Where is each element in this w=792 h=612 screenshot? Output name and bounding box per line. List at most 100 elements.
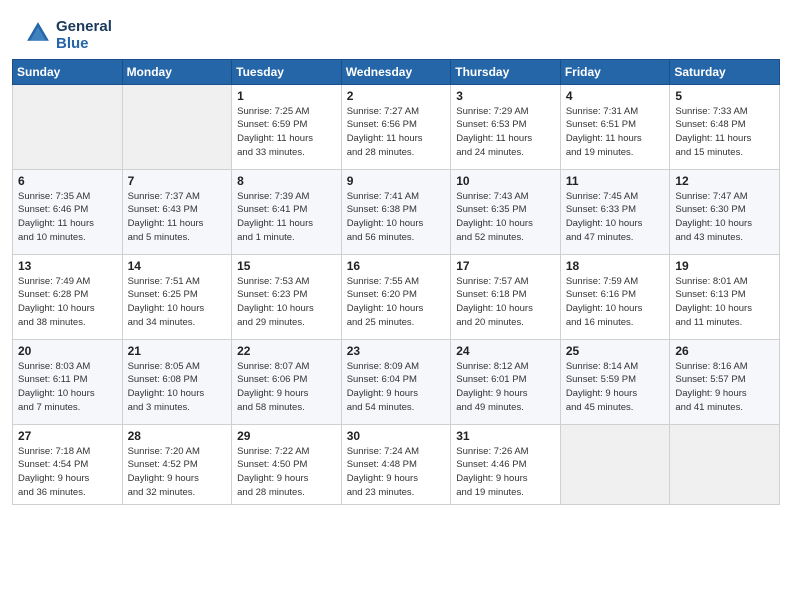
calendar-cell: 6 Sunrise: 7:35 AMSunset: 6:46 PMDaylight…: [13, 169, 123, 254]
calendar-cell: 11 Sunrise: 7:45 AMSunset: 6:33 PMDayligh…: [560, 169, 670, 254]
calendar-cell: 1 Sunrise: 7:25 AMSunset: 6:59 PMDaylight…: [232, 84, 342, 169]
day-number: 9: [347, 174, 446, 188]
day-detail: Sunrise: 7:31 AMSunset: 6:51 PMDaylight:…: [566, 105, 665, 160]
calendar-cell: 20 Sunrise: 8:03 AMSunset: 6:11 PMDayligh…: [13, 339, 123, 424]
day-number: 2: [347, 89, 446, 103]
calendar-cell: 8 Sunrise: 7:39 AMSunset: 6:41 PMDaylight…: [232, 169, 342, 254]
calendar-cell: 27Sunrise: 7:18 AMSunset: 4:54 PMDayligh…: [13, 424, 123, 504]
weekday-header-wednesday: Wednesday: [341, 59, 451, 84]
day-number: 30: [347, 429, 446, 443]
weekday-header-tuesday: Tuesday: [232, 59, 342, 84]
calendar-cell: 25 Sunrise: 8:14 AMSunset: 5:59 PMDayligh…: [560, 339, 670, 424]
day-number: 7: [128, 174, 227, 188]
day-number: 26: [675, 344, 774, 358]
calendar-cell: 16 Sunrise: 7:55 AMSunset: 6:20 PMDayligh…: [341, 254, 451, 339]
day-number: 4: [566, 89, 665, 103]
calendar-cell: 21 Sunrise: 8:05 AMSunset: 6:08 PMDayligh…: [122, 339, 232, 424]
day-detail: Sunrise: 7:29 AMSunset: 6:53 PMDaylight:…: [456, 105, 555, 160]
day-number: 31: [456, 429, 555, 443]
day-number: 10: [456, 174, 555, 188]
day-number: 15: [237, 259, 336, 273]
day-number: 23: [347, 344, 446, 358]
day-number: 21: [128, 344, 227, 358]
day-detail: Sunrise: 8:12 AMSunset: 6:01 PMDaylight:…: [456, 360, 555, 415]
calendar-cell: 26 Sunrise: 8:16 AMSunset: 5:57 PMDayligh…: [670, 339, 780, 424]
day-number: 29: [237, 429, 336, 443]
day-number: 25: [566, 344, 665, 358]
day-number: 14: [128, 259, 227, 273]
day-detail: Sunrise: 7:25 AMSunset: 6:59 PMDaylight:…: [237, 105, 336, 160]
day-number: 28: [128, 429, 227, 443]
calendar-cell: 23 Sunrise: 8:09 AMSunset: 6:04 PMDayligh…: [341, 339, 451, 424]
day-number: 5: [675, 89, 774, 103]
day-number: 17: [456, 259, 555, 273]
calendar-week-row: 1 Sunrise: 7:25 AMSunset: 6:59 PMDaylight…: [13, 84, 780, 169]
calendar-cell: 15 Sunrise: 7:53 AMSunset: 6:23 PMDayligh…: [232, 254, 342, 339]
calendar-cell: 18Sunrise: 7:59 AMSunset: 6:16 PMDayligh…: [560, 254, 670, 339]
weekday-header-monday: Monday: [122, 59, 232, 84]
day-detail: Sunrise: 7:47 AMSunset: 6:30 PMDaylight:…: [675, 190, 774, 245]
day-number: 11: [566, 174, 665, 188]
calendar-cell: 2 Sunrise: 7:27 AMSunset: 6:56 PMDaylight…: [341, 84, 451, 169]
calendar-cell: 24Sunrise: 8:12 AMSunset: 6:01 PMDayligh…: [451, 339, 561, 424]
day-detail: Sunrise: 8:14 AMSunset: 5:59 PMDaylight:…: [566, 360, 665, 415]
weekday-header-friday: Friday: [560, 59, 670, 84]
calendar-week-row: 27Sunrise: 7:18 AMSunset: 4:54 PMDayligh…: [13, 424, 780, 504]
day-number: 27: [18, 429, 117, 443]
day-number: 3: [456, 89, 555, 103]
calendar-week-row: 20 Sunrise: 8:03 AMSunset: 6:11 PMDayligh…: [13, 339, 780, 424]
day-detail: Sunrise: 7:45 AMSunset: 6:33 PMDaylight:…: [566, 190, 665, 245]
day-detail: Sunrise: 8:03 AMSunset: 6:11 PMDaylight:…: [18, 360, 117, 415]
calendar-cell: 5 Sunrise: 7:33 AMSunset: 6:48 PMDaylight…: [670, 84, 780, 169]
day-detail: Sunrise: 8:09 AMSunset: 6:04 PMDaylight:…: [347, 360, 446, 415]
calendar-cell: 4 Sunrise: 7:31 AMSunset: 6:51 PMDaylight…: [560, 84, 670, 169]
calendar-cell: 17 Sunrise: 7:57 AMSunset: 6:18 PMDayligh…: [451, 254, 561, 339]
calendar-cell: [122, 84, 232, 169]
calendar-cell: [670, 424, 780, 504]
calendar-cell: 9 Sunrise: 7:41 AMSunset: 6:38 PMDaylight…: [341, 169, 451, 254]
day-number: 1: [237, 89, 336, 103]
day-detail: Sunrise: 7:39 AMSunset: 6:41 PMDaylight:…: [237, 190, 336, 245]
day-detail: Sunrise: 7:22 AMSunset: 4:50 PMDaylight:…: [237, 445, 336, 500]
calendar-cell: 13Sunrise: 7:49 AMSunset: 6:28 PMDayligh…: [13, 254, 123, 339]
day-detail: Sunrise: 7:53 AMSunset: 6:23 PMDaylight:…: [237, 275, 336, 330]
calendar-week-row: 6 Sunrise: 7:35 AMSunset: 6:46 PMDaylight…: [13, 169, 780, 254]
calendar-cell: 3 Sunrise: 7:29 AMSunset: 6:53 PMDaylight…: [451, 84, 561, 169]
calendar-cell: 29 Sunrise: 7:22 AMSunset: 4:50 PMDayligh…: [232, 424, 342, 504]
day-detail: Sunrise: 7:37 AMSunset: 6:43 PMDaylight:…: [128, 190, 227, 245]
weekday-header-saturday: Saturday: [670, 59, 780, 84]
day-detail: Sunrise: 7:27 AMSunset: 6:56 PMDaylight:…: [347, 105, 446, 160]
day-number: 18: [566, 259, 665, 273]
day-number: 19: [675, 259, 774, 273]
day-number: 20: [18, 344, 117, 358]
day-detail: Sunrise: 7:20 AMSunset: 4:52 PMDaylight:…: [128, 445, 227, 500]
day-number: 6: [18, 174, 117, 188]
weekday-header-sunday: Sunday: [13, 59, 123, 84]
calendar-cell: 22Sunrise: 8:07 AMSunset: 6:06 PMDayligh…: [232, 339, 342, 424]
logo: General Blue: [22, 18, 112, 53]
day-detail: Sunrise: 7:33 AMSunset: 6:48 PMDaylight:…: [675, 105, 774, 160]
header: General Blue: [0, 0, 792, 59]
day-detail: Sunrise: 7:41 AMSunset: 6:38 PMDaylight:…: [347, 190, 446, 245]
calendar-week-row: 13Sunrise: 7:49 AMSunset: 6:28 PMDayligh…: [13, 254, 780, 339]
day-number: 8: [237, 174, 336, 188]
day-detail: Sunrise: 7:57 AMSunset: 6:18 PMDaylight:…: [456, 275, 555, 330]
calendar-cell: 10Sunrise: 7:43 AMSunset: 6:35 PMDayligh…: [451, 169, 561, 254]
day-detail: Sunrise: 8:07 AMSunset: 6:06 PMDaylight:…: [237, 360, 336, 415]
day-detail: Sunrise: 7:24 AMSunset: 4:48 PMDaylight:…: [347, 445, 446, 500]
day-detail: Sunrise: 7:26 AMSunset: 4:46 PMDaylight:…: [456, 445, 555, 500]
day-detail: Sunrise: 7:55 AMSunset: 6:20 PMDaylight:…: [347, 275, 446, 330]
logo-text: General Blue: [56, 18, 112, 53]
calendar-cell: 30 Sunrise: 7:24 AMSunset: 4:48 PMDayligh…: [341, 424, 451, 504]
calendar-cell: 7 Sunrise: 7:37 AMSunset: 6:43 PMDaylight…: [122, 169, 232, 254]
day-detail: Sunrise: 8:05 AMSunset: 6:08 PMDaylight:…: [128, 360, 227, 415]
day-number: 16: [347, 259, 446, 273]
day-detail: Sunrise: 8:16 AMSunset: 5:57 PMDaylight:…: [675, 360, 774, 415]
calendar-cell: 14 Sunrise: 7:51 AMSunset: 6:25 PMDayligh…: [122, 254, 232, 339]
calendar-cell: 12Sunrise: 7:47 AMSunset: 6:30 PMDayligh…: [670, 169, 780, 254]
calendar-table: SundayMondayTuesdayWednesdayThursdayFrid…: [12, 59, 780, 505]
weekday-header-row: SundayMondayTuesdayWednesdayThursdayFrid…: [13, 59, 780, 84]
calendar-cell: 19Sunrise: 8:01 AMSunset: 6:13 PMDayligh…: [670, 254, 780, 339]
day-detail: Sunrise: 7:51 AMSunset: 6:25 PMDaylight:…: [128, 275, 227, 330]
day-detail: Sunrise: 7:35 AMSunset: 6:46 PMDaylight:…: [18, 190, 117, 245]
